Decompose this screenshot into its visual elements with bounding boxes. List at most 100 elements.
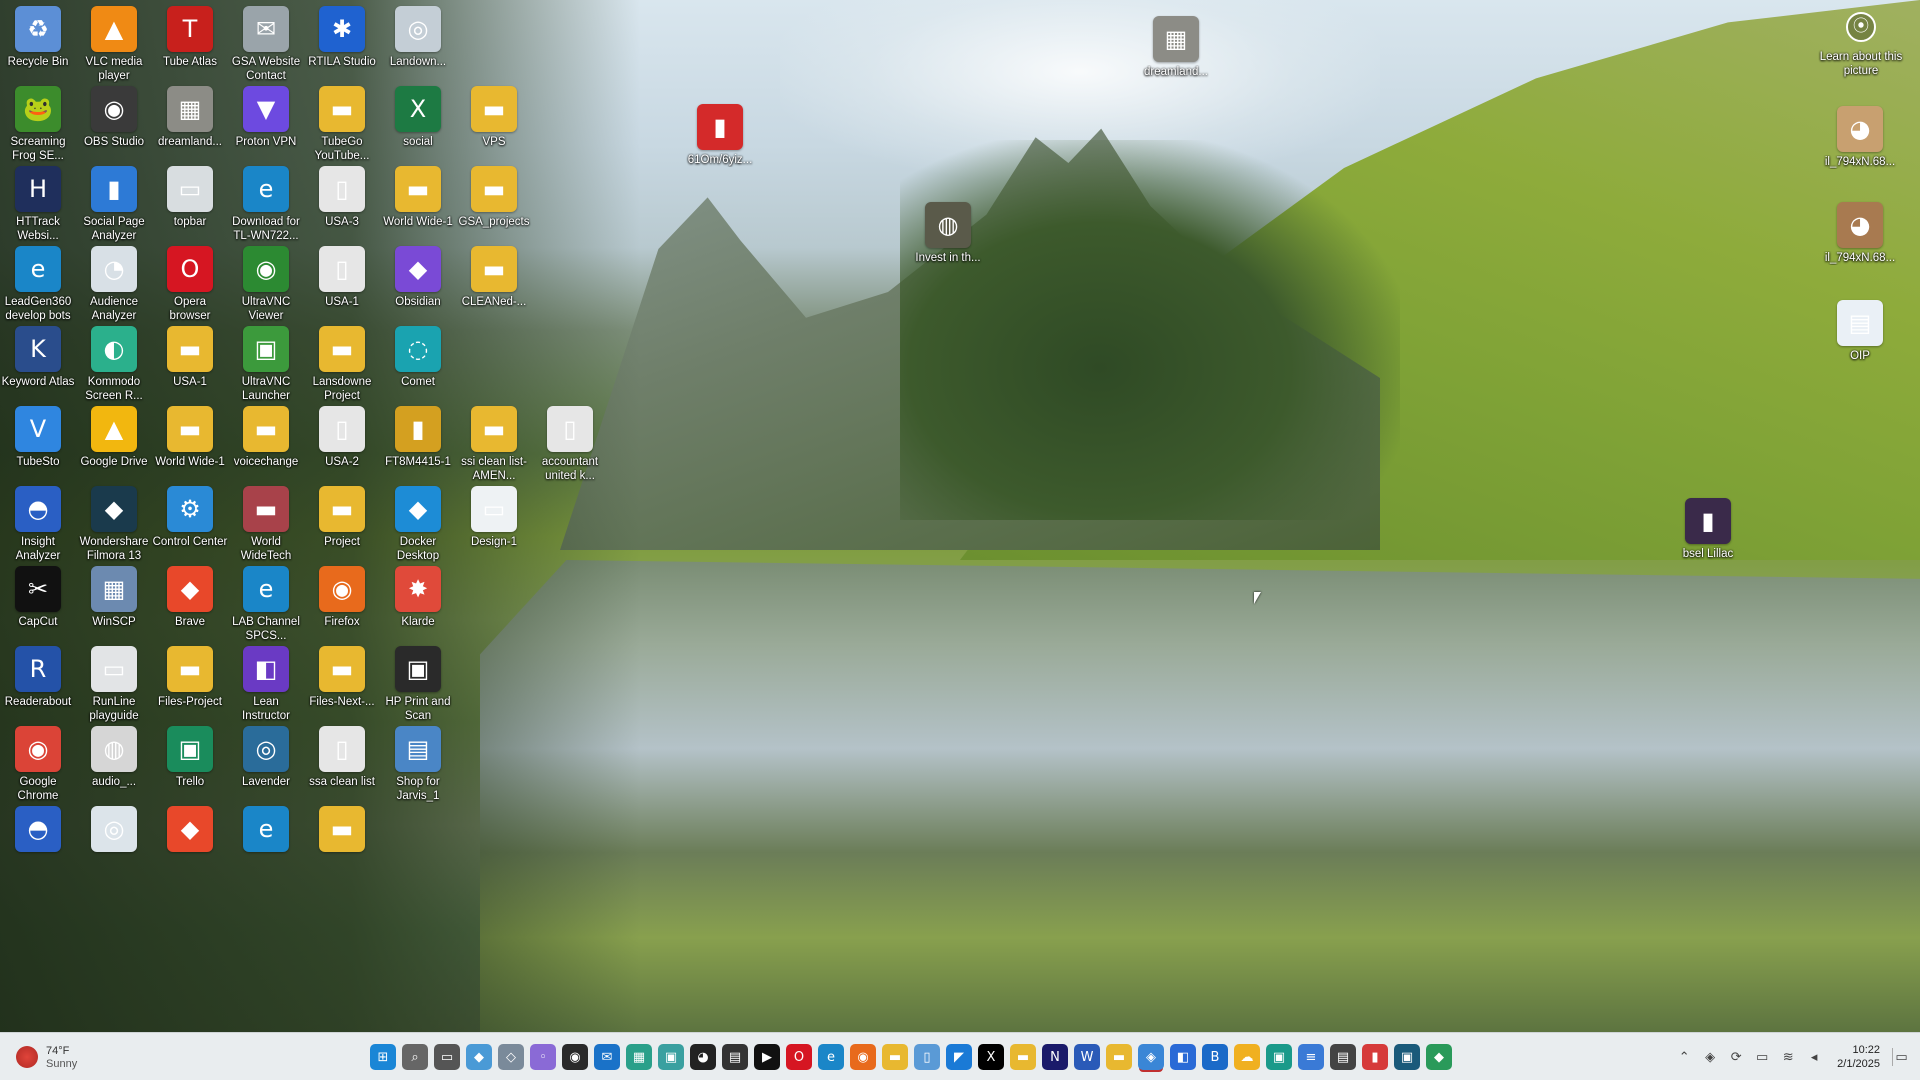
camera-info-icon: ⦿ bbox=[1846, 12, 1876, 42]
desktop-icon-label: World Wide-1 bbox=[383, 216, 453, 228]
desktop-icon-label: LAB Channel SPCS... bbox=[232, 616, 300, 642]
taskbar-app-blue-icon[interactable]: ◧ bbox=[1170, 1044, 1196, 1070]
desktop-icon-label: Design-1 bbox=[470, 536, 518, 548]
desktop-icon-label: USA-3 bbox=[325, 216, 359, 228]
desktop-icon-label: LeadGen360 develop bots bbox=[4, 296, 72, 322]
desktop-icon-item-68[interactable]: ◆ bbox=[152, 802, 228, 900]
taskbar-active-app-icon[interactable]: ◈ bbox=[1138, 1044, 1164, 1070]
taskbar-edge-icon[interactable]: e bbox=[818, 1044, 844, 1070]
taskbar-x-icon[interactable]: X bbox=[978, 1044, 1004, 1070]
desktop-icon-label: Obsidian bbox=[395, 296, 441, 308]
download-for-tl-wn722-icon: e bbox=[243, 166, 289, 212]
taskbar-store-icon[interactable]: ▦ bbox=[626, 1044, 652, 1070]
desktop-icon-label: CapCut bbox=[18, 616, 58, 628]
desktop-icon-label: CLEANed-... bbox=[461, 296, 527, 308]
desktop-file-label: il_794xN.68... bbox=[1824, 156, 1896, 168]
taskbar-app-term-icon[interactable]: ▣ bbox=[1394, 1044, 1420, 1070]
desktop-icon-item-67[interactable]: ◎ bbox=[76, 802, 152, 900]
desktop-icon-label: UltraVNC Launcher bbox=[241, 376, 291, 402]
docker-desktop-icon: ◆ bbox=[395, 486, 441, 532]
audience-analyzer-icon: ◔ bbox=[91, 246, 137, 292]
taskbar-word-icon[interactable]: W bbox=[1074, 1044, 1100, 1070]
desktop-icon-label: Lavender bbox=[242, 776, 290, 788]
taskbar-firefox-icon[interactable]: ◉ bbox=[850, 1044, 876, 1070]
tray-sync-icon[interactable]: ⟳ bbox=[1727, 1048, 1745, 1066]
desktop-icon-item-66[interactable]: ◓ bbox=[0, 802, 76, 900]
topbar-icon: ▭ bbox=[167, 166, 213, 212]
tray-wifi-icon[interactable]: ≋ bbox=[1779, 1048, 1797, 1066]
desktop-icon-item-69[interactable]: e bbox=[228, 802, 304, 900]
desktop-icon-cleaned[interactable]: ▬ CLEANed-... bbox=[456, 242, 532, 340]
taskbar-chat-icon[interactable]: ◦ bbox=[530, 1044, 556, 1070]
taskbar-app-msg-icon[interactable]: ≡ bbox=[1298, 1044, 1324, 1070]
desktop-icon-shop-for-jarvis-1[interactable]: ▤ Shop for Jarvis_1 bbox=[380, 722, 456, 820]
taskbar-app-docs-icon[interactable]: B bbox=[1202, 1044, 1228, 1070]
weather-text: 74°F Sunny bbox=[46, 1045, 77, 1070]
wallpaper-lake-reflection bbox=[480, 560, 1920, 1032]
desktop-icon-label: Lean Instructor bbox=[242, 696, 290, 722]
obs-studio-icon: ◉ bbox=[91, 86, 137, 132]
desktop-file-61om-6yiz[interactable]: ▮ 61Om/6yiz... bbox=[682, 100, 758, 198]
taskbar-photos-icon[interactable]: ▣ bbox=[658, 1044, 684, 1070]
desktop-file-bsel-lillac[interactable]: ▮ bsel Lillac bbox=[1670, 494, 1746, 592]
taskbar-copilot-icon[interactable]: ◆ bbox=[466, 1044, 492, 1070]
clock[interactable]: 10:22 2/1/2025 bbox=[1837, 1043, 1880, 1071]
weather-widget[interactable]: 74°F Sunny bbox=[16, 1041, 77, 1073]
desktop-file-oip[interactable]: ▤ OIP bbox=[1822, 296, 1898, 394]
taskbar-files-icon[interactable]: ▬ bbox=[1010, 1044, 1036, 1070]
taskbar-search-icon[interactable]: ⌕ bbox=[402, 1044, 428, 1070]
desktop-file-il-794xn-68[interactable]: ◕ il_794xN.68... bbox=[1822, 102, 1898, 200]
taskbar-github-icon[interactable]: ◕ bbox=[690, 1044, 716, 1070]
taskbar-notion-icon[interactable]: N bbox=[1042, 1044, 1068, 1070]
taskbar-widgets-icon[interactable]: ◇ bbox=[498, 1044, 524, 1070]
tray-volume-icon[interactable]: ◂ bbox=[1805, 1048, 1823, 1066]
taskbar-app-teal-icon[interactable]: ▣ bbox=[1266, 1044, 1292, 1070]
taskbar-capcut-icon[interactable]: ▶ bbox=[754, 1044, 780, 1070]
landown-icon: ◎ bbox=[395, 6, 441, 52]
desktop-icon-accountant-united-k[interactable]: ▯ accountant united k... bbox=[532, 402, 608, 500]
usa-1-icon: ▯ bbox=[319, 246, 365, 292]
taskbar-notepad-icon[interactable]: ▯ bbox=[914, 1044, 940, 1070]
desktop-file-il-794xn-68[interactable]: ◕ il_794xN.68... bbox=[1822, 198, 1898, 296]
desktop-icon-label: Klarde bbox=[401, 616, 435, 628]
taskbar-app-green-icon[interactable]: ◆ bbox=[1426, 1044, 1452, 1070]
taskbar-task-view-icon[interactable]: ▭ bbox=[434, 1044, 460, 1070]
vlc-media-player-icon: ▲ bbox=[91, 6, 137, 52]
taskbar-app-cloud-icon[interactable]: ☁ bbox=[1234, 1044, 1260, 1070]
desktop-icon-label: Lansdowne Project bbox=[312, 376, 372, 402]
tray-icons: ⌃ ◈ ⟳ ▭ ≋ ◂ bbox=[1675, 1048, 1823, 1066]
files-next-icon: ▬ bbox=[319, 646, 365, 692]
clock-time: 10:22 bbox=[1852, 1044, 1880, 1056]
hp-print-and-scan-icon: ▣ bbox=[395, 646, 441, 692]
desktop-file-dreamland[interactable]: ▦ dreamland... bbox=[1138, 12, 1214, 110]
taskbar-opera-icon[interactable]: O bbox=[786, 1044, 812, 1070]
desktop-icon-label: social bbox=[403, 136, 433, 148]
taskbar-app-red-icon[interactable]: ▮ bbox=[1362, 1044, 1388, 1070]
ssa-clean-list-icon: ▯ bbox=[319, 726, 365, 772]
taskbar-folder-icon[interactable]: ▬ bbox=[1106, 1044, 1132, 1070]
rtila-studio-icon: ✱ bbox=[319, 6, 365, 52]
notification-icon[interactable]: ▭ bbox=[1892, 1048, 1910, 1066]
learn-about-picture-button[interactable]: ⦿ Learn about this picture bbox=[1818, 12, 1904, 92]
taskbar-explorer-icon[interactable]: ▬ bbox=[882, 1044, 908, 1070]
desktop-file-invest-in-th[interactable]: ◍ Invest in th... bbox=[910, 198, 986, 296]
tray-printer-icon[interactable]: ▭ bbox=[1753, 1048, 1771, 1066]
file-thumbnail-icon: ◕ bbox=[1837, 202, 1883, 248]
taskbar-start-icon[interactable]: ⊞ bbox=[370, 1044, 396, 1070]
taskbar-obs-icon[interactable]: ◉ bbox=[562, 1044, 588, 1070]
desktop-icon-design-1[interactable]: ▭ Design-1 bbox=[456, 482, 532, 580]
lean-instructor-icon: ◧ bbox=[243, 646, 289, 692]
cleaned-icon: ▬ bbox=[471, 246, 517, 292]
taskbar-app-dark-icon[interactable]: ▤ bbox=[1330, 1044, 1356, 1070]
taskbar-mail-icon[interactable]: ✉ bbox=[594, 1044, 620, 1070]
taskbar-terminal-icon[interactable]: ▤ bbox=[722, 1044, 748, 1070]
tray-security-icon[interactable]: ◈ bbox=[1701, 1048, 1719, 1066]
desktop-icon-label: Tube Atlas bbox=[163, 56, 217, 68]
taskbar-vs-code-icon[interactable]: ◤ bbox=[946, 1044, 972, 1070]
tray-chevron-up-icon[interactable]: ⌃ bbox=[1675, 1048, 1693, 1066]
desktop-icon-item-70[interactable]: ▬ bbox=[304, 802, 380, 900]
desktop-icon-label: topbar bbox=[173, 216, 207, 228]
ssi-clean-list-amen-icon: ▬ bbox=[471, 406, 517, 452]
desktop-icon-label: HP Print and Scan bbox=[385, 696, 451, 722]
vps-icon: ▬ bbox=[471, 86, 517, 132]
